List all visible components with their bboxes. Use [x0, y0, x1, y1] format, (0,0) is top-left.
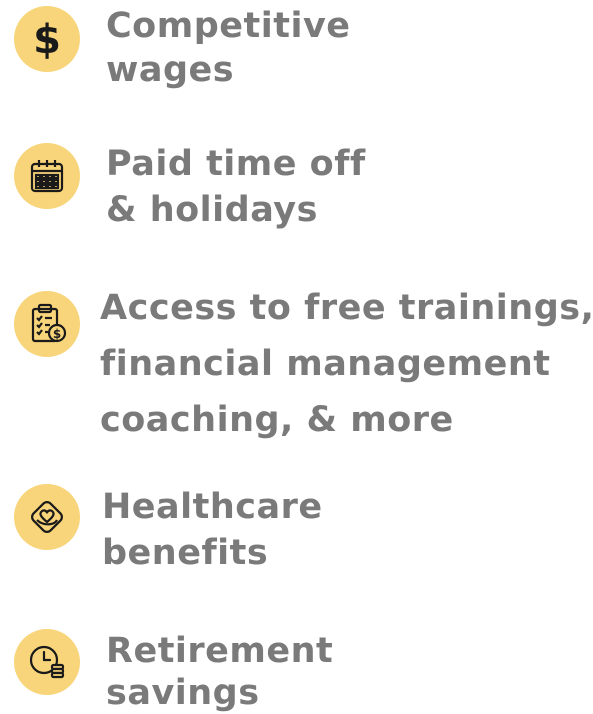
benefit-line: Retirement: [106, 631, 334, 671]
svg-text:$: $: [33, 17, 61, 61]
benefit-line: savings: [106, 673, 260, 713]
benefit-line: & holidays: [106, 190, 318, 230]
clipboard-dollar-icon: $: [14, 291, 80, 357]
benefit-label: Healthcare benefits: [102, 484, 323, 576]
hand-heart-icon: [14, 484, 80, 550]
benefit-line: Healthcare: [102, 487, 323, 527]
benefit-label: Retirement savings: [106, 630, 333, 714]
benefit-label: Access to free trainings, financial mana…: [100, 280, 593, 448]
benefit-line: Access to free trainings,: [100, 288, 593, 328]
benefit-line: benefits: [102, 533, 269, 573]
benefit-label: Competitive wages: [106, 4, 351, 92]
svg-text:$: $: [53, 327, 61, 341]
benefit-line: Paid time off: [106, 144, 366, 184]
dollar-icon: $: [14, 6, 80, 72]
benefit-line: wages: [106, 50, 235, 90]
benefit-line: Competitive: [106, 6, 351, 46]
benefit-label: Paid time off & holidays: [106, 141, 366, 233]
benefit-line: financial management: [100, 344, 551, 384]
benefit-line: coaching, & more: [100, 400, 454, 440]
calendar-icon: [14, 143, 80, 209]
clock-coins-icon: [14, 629, 80, 695]
